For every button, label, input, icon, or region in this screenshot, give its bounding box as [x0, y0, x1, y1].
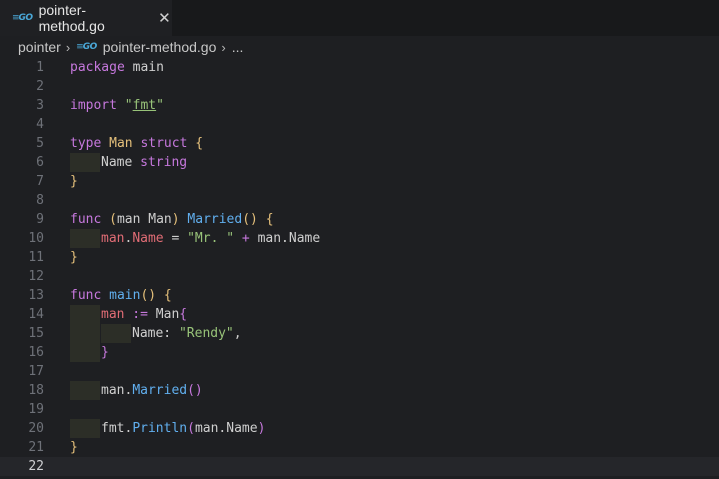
- code-text: Name string: [101, 155, 188, 170]
- code-line[interactable]: 18 man.Married(): [0, 381, 719, 400]
- code-text: Name: "Rendy",: [132, 326, 242, 341]
- code-line[interactable]: 21 }: [0, 438, 719, 457]
- line-number: 11: [28, 250, 44, 265]
- code-line[interactable]: 15 Name: "Rendy",: [0, 324, 719, 343]
- code-line[interactable]: 8: [0, 191, 719, 210]
- code-text: func main() {: [70, 288, 172, 303]
- line-number: 12: [28, 269, 44, 284]
- code-text: man.Married(): [101, 383, 203, 398]
- code-line[interactable]: 11 }: [0, 248, 719, 267]
- code-line[interactable]: 5 type Man struct {: [0, 134, 719, 153]
- indent-guide: [70, 419, 100, 438]
- line-number: 3: [36, 98, 44, 113]
- line-number: 5: [36, 136, 44, 151]
- code-text: man.Name = "Mr. " + man.Name: [101, 231, 321, 246]
- code-text: }: [70, 174, 78, 189]
- line-number: 10: [28, 231, 44, 246]
- line-number: 13: [28, 288, 44, 303]
- breadcrumb: pointer › ≡ GO pointer-method.go › ...: [0, 36, 719, 58]
- line-number: 4: [36, 117, 44, 132]
- code-text: type Man struct {: [70, 136, 204, 151]
- code-editor[interactable]: 1 package main 2 3 import "fmt" 4 5 type…: [0, 58, 719, 479]
- code-text: package main: [70, 60, 164, 75]
- code-text: }: [70, 440, 78, 455]
- code-line[interactable]: 12: [0, 267, 719, 286]
- code-line[interactable]: 17: [0, 362, 719, 381]
- code-line[interactable]: 7 }: [0, 172, 719, 191]
- go-file-icon: ≡ GO: [12, 13, 33, 23]
- code-line[interactable]: 16 }: [0, 343, 719, 362]
- code-text: fmt.Println(man.Name): [101, 421, 266, 436]
- code-line[interactable]: 3 import "fmt": [0, 96, 719, 115]
- indent-guide: [70, 305, 100, 324]
- code-line[interactable]: 10 man.Name = "Mr. " + man.Name: [0, 229, 719, 248]
- code-line[interactable]: 19: [0, 400, 719, 419]
- line-number: 9: [36, 212, 44, 227]
- code-text: }: [70, 250, 78, 265]
- indent-guide: [70, 324, 100, 343]
- code-text: man := Man{: [101, 307, 188, 322]
- line-number: 20: [28, 421, 44, 436]
- line-number: 2: [36, 79, 44, 94]
- indent-guide: [101, 324, 131, 343]
- breadcrumb-folder[interactable]: pointer: [18, 39, 61, 55]
- go-file-icon: ≡ GO: [76, 42, 97, 52]
- code-text: func (man Man) Married() {: [70, 212, 274, 227]
- line-number: 6: [36, 155, 44, 170]
- line-number: 17: [28, 364, 44, 379]
- line-number: 22: [28, 459, 44, 474]
- line-number: 19: [28, 402, 44, 417]
- code-line-current[interactable]: 22: [0, 457, 719, 476]
- breadcrumb-more[interactable]: ...: [232, 39, 244, 55]
- code-line[interactable]: 6 Name string: [0, 153, 719, 172]
- indent-guide: [70, 381, 100, 400]
- indent-guide: [70, 343, 100, 362]
- code-text: import "fmt": [70, 98, 164, 113]
- code-line[interactable]: 20 fmt.Println(man.Name): [0, 419, 719, 438]
- tab-pointer-method[interactable]: ≡ GO pointer-method.go ✕: [0, 0, 172, 36]
- indent-guide: [70, 153, 100, 172]
- line-number: 1: [36, 60, 44, 75]
- tab-label: pointer-method.go: [38, 2, 105, 34]
- line-number: 16: [28, 345, 44, 360]
- code-line[interactable]: 4: [0, 115, 719, 134]
- line-number: 8: [36, 193, 44, 208]
- code-line[interactable]: 2: [0, 77, 719, 96]
- breadcrumb-file[interactable]: pointer-method.go: [103, 39, 217, 55]
- code-line[interactable]: 1 package main: [0, 58, 719, 77]
- chevron-right-icon: ›: [221, 39, 226, 55]
- code-line[interactable]: 14 man := Man{: [0, 305, 719, 324]
- code-line[interactable]: 13 func main() {: [0, 286, 719, 305]
- code-line[interactable]: 9 func (man Man) Married() {: [0, 210, 719, 229]
- line-number: 15: [28, 326, 44, 341]
- close-icon[interactable]: ✕: [157, 9, 172, 27]
- line-number: 7: [36, 174, 44, 189]
- chevron-right-icon: ›: [65, 39, 71, 55]
- indent-guide: [70, 229, 100, 248]
- line-number: 18: [28, 383, 44, 398]
- line-number: 14: [28, 307, 44, 322]
- line-number: 21: [28, 440, 44, 455]
- code-text: }: [101, 345, 109, 360]
- tab-bar: ≡ GO pointer-method.go ✕: [0, 0, 719, 36]
